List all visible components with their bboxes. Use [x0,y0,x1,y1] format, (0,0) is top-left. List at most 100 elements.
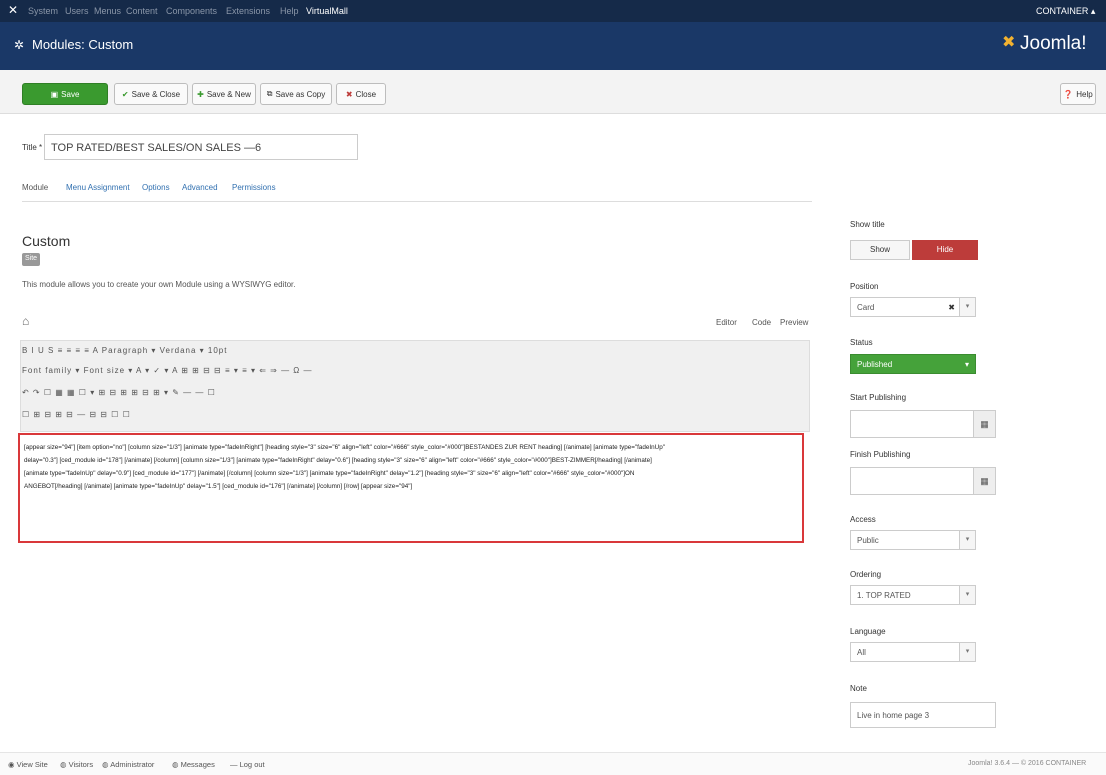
user-name: CONTAINER [1036,6,1089,16]
help-icon: ❓ [1063,89,1074,99]
show-title-show-button[interactable]: Show [850,240,910,260]
start-publishing-input[interactable]: ▦ [850,410,996,438]
site-link[interactable]: VirtualMall [306,6,348,16]
content-line: [appear size="94"] [item option="no"] [c… [24,444,665,451]
user-menu[interactable]: CONTAINER ▴ [1036,6,1095,17]
save-new-label: Save & New [206,89,251,99]
logout-label: Log out [239,760,265,769]
action-toolbar: ▣ Save ✔ Save & Close ✚ Save & New ⧉ Save as… [0,70,1106,114]
footer-visitors[interactable]: ◍ Visitors [60,760,93,769]
close-label: Close [355,89,377,99]
calendar-icon[interactable]: ▦ [973,468,995,494]
envelope-icon: ◍ [172,760,179,769]
messages-label: Messages [180,760,215,769]
header-bar: ✲ Modules: Custom ✖ Joomla! [0,22,1106,70]
copy-icon: ⧉ [266,89,273,98]
finish-publishing-input[interactable]: ▦ [850,467,996,495]
joomla-brand-icon: ✖ [1002,34,1016,51]
tab-advanced[interactable]: Advanced [182,183,218,192]
menu-menus[interactable]: Menus [94,6,121,16]
start-publishing-label: Start Publishing [850,393,907,402]
content-line: [animate type="fadeInUp" delay="0.9"] [c… [24,470,635,477]
footer-logout[interactable]: — Log out [230,760,265,769]
users-icon: ◍ [60,760,67,769]
plus-icon: ✚ [197,89,204,99]
menu-system[interactable]: System [28,6,58,16]
editor-toolbar-row-3[interactable]: ↶ ↷ ☐ ▦ ▦ ☐ ▾ ⊞ ⊟ ⊞ ⊞ ⊟ ⊞ ▾ ✎ — — ☐ [22,388,216,400]
users-icon: ◍ [102,760,109,769]
save-label: Save [61,89,80,99]
ordering-label: Ordering [850,570,882,579]
show-title-label: Show title [850,220,885,229]
position-label: Position [850,282,879,291]
save-button[interactable]: ▣ Save [22,83,108,105]
status-label: Status [850,338,873,347]
editor-content-area[interactable]: [appear size="94"] [item option="no"] [c… [18,433,804,543]
editor-tab-code[interactable]: Code [752,318,771,327]
status-select[interactable]: Published ▾ [850,354,976,374]
menu-help[interactable]: Help [280,6,299,16]
content-line: ANGEBOT[/heading] [/animate] [animate ty… [24,483,413,490]
editor-toolbar-row-2[interactable]: Font family ▾ Font size ▾ A ▾ ✓ ▾ A ⊞ ⊞ … [22,366,313,378]
save-new-button[interactable]: ✚ Save & New [192,83,256,105]
save-close-label: Save & Close [131,89,181,99]
minus-icon: — [230,760,238,769]
language-select[interactable]: All ▾ [850,642,976,662]
access-select[interactable]: Public ▾ [850,530,976,550]
clear-icon[interactable]: ✖ [948,303,955,312]
editor-toolbar-row-4[interactable]: ☐ ⊞ ⊟ ⊞ ⊟ — ⊟ ⊟ ☐ ☐ [22,410,131,422]
check-icon: ✔ [121,89,129,99]
calendar-icon[interactable]: ▦ [973,411,995,437]
close-icon: ✖ [345,89,353,99]
access-value: Public [857,536,879,545]
footer-view-site[interactable]: ◉ View Site [8,760,48,769]
tab-menu-assignment[interactable]: Menu Assignment [66,183,130,192]
title-label: Title * [22,143,43,152]
chevron-down-icon: ▾ [964,360,969,369]
top-menu-bar: ✕ System Users Menus Content Components … [0,0,1106,22]
help-label: Help [1076,89,1093,99]
page-title: Modules: Custom [32,37,134,52]
version-text: Joomla! 3.6.4 — © 2016 CONTAINER [968,760,1087,767]
site-badge: Site [22,253,41,266]
menu-extensions[interactable]: Extensions [226,6,270,16]
ordering-select[interactable]: 1. TOP RATED ▾ [850,585,976,605]
user-icon: ▴ [1090,6,1096,16]
footer-messages[interactable]: ◍ Messages [172,760,215,769]
help-button[interactable]: ❓ Help [1060,83,1096,105]
language-value: All [857,648,866,657]
position-select[interactable]: Card ✖ ▾ [850,297,976,317]
access-label: Access [850,515,876,524]
tab-permissions[interactable]: Permissions [232,183,276,192]
position-value: Card [857,303,875,312]
editor-tab-editor[interactable]: Editor [716,318,737,327]
ordering-value: 1. TOP RATED [857,591,911,600]
note-input[interactable]: Live in home page 3 [850,702,996,728]
status-footer: ◉ View Site ◍ Visitors ◍ Administrator ◍… [0,752,1106,775]
title-input[interactable]: TOP RATED/BEST SALES/ON SALES —6 [44,134,358,160]
editor-toolbar-row-1[interactable]: B I U S ≡ ≡ ≡ ≡ A Paragraph ▾ Verdana ▾ … [22,346,227,358]
footer-administrator[interactable]: ◍ Administrator [102,760,154,769]
chevron-down-icon: ▾ [959,643,975,661]
tab-options[interactable]: Options [142,183,170,192]
eye-icon: ◉ [8,760,15,769]
view-site-label: View Site [16,760,48,769]
save-close-button[interactable]: ✔ Save & Close [114,83,188,105]
menu-users[interactable]: Users [65,6,89,16]
save-icon: ▣ [50,89,59,99]
language-label: Language [850,627,886,636]
tab-module[interactable]: Module [22,183,48,192]
joomla-logo-icon[interactable]: ✕ [8,3,18,17]
note-label: Note [850,684,867,693]
menu-content[interactable]: Content [126,6,158,16]
visitors-label: Visitors [68,760,94,769]
save-copy-button[interactable]: ⧉ Save as Copy [260,83,332,105]
toggle-editor-icon[interactable]: ⌂ [22,314,29,328]
module-description: This module allows you to create your ow… [22,280,296,289]
editor-tab-preview[interactable]: Preview [780,318,808,327]
menu-components[interactable]: Components [166,6,217,16]
content-line: delay="0.3"] [ced_module id="178"] [/ani… [24,457,652,464]
chevron-down-icon: ▾ [959,298,975,316]
close-button[interactable]: ✖ Close [336,83,386,105]
show-title-hide-button[interactable]: Hide [912,240,978,260]
